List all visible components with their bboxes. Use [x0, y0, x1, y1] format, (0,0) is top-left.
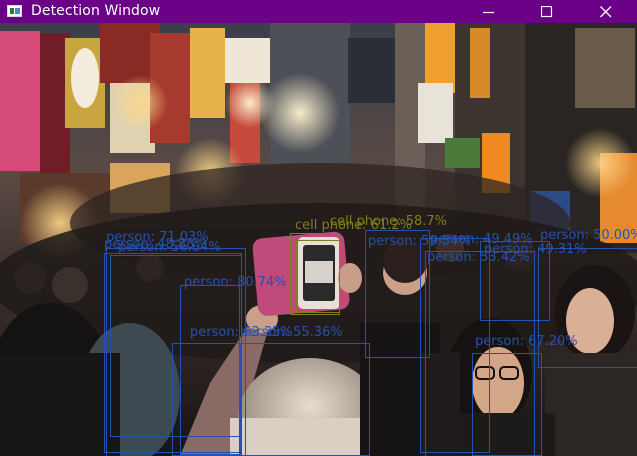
- detection-viewport: person: 71.03% person: 48.88% person: 56.6…: [0, 23, 637, 456]
- close-button[interactable]: [583, 0, 629, 23]
- close-icon: [600, 5, 612, 17]
- minimize-button[interactable]: [466, 0, 512, 23]
- title-bar[interactable]: Detection Window: [0, 0, 637, 23]
- street-crowd-photo: [0, 23, 637, 456]
- app-icon: [7, 5, 22, 17]
- minimize-icon: [483, 11, 494, 13]
- detection-window: Detection Window person: 71.03% person: …: [0, 0, 637, 456]
- window-title: Detection Window: [31, 3, 161, 19]
- maximize-button[interactable]: [524, 0, 570, 23]
- maximize-icon: [541, 5, 553, 17]
